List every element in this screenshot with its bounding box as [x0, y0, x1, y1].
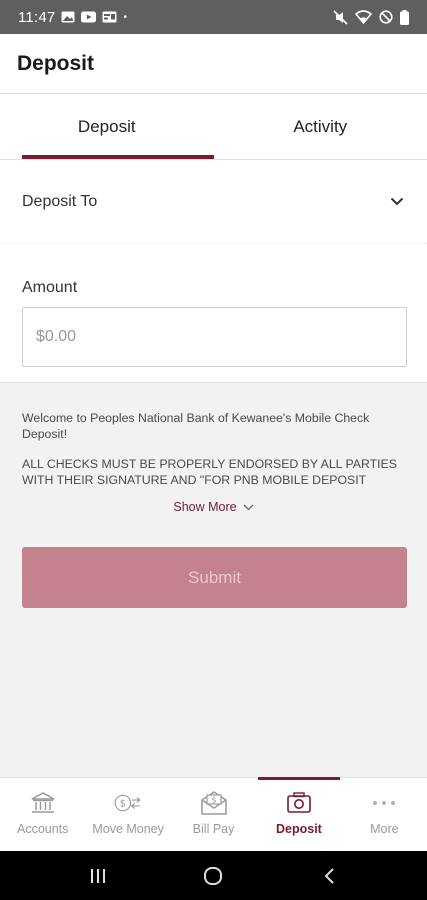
nav-bill-pay[interactable]: $ Bill Pay — [171, 778, 256, 851]
deposit-to-label: Deposit To — [22, 192, 98, 210]
nav-move-money-label: Move Money — [92, 822, 164, 836]
more-icon — [370, 790, 398, 816]
tab-activity-label: Activity — [293, 116, 348, 136]
bill-icon: $ — [200, 790, 228, 816]
status-more-dot: • — [123, 11, 127, 23]
nav-more-label: More — [370, 822, 399, 836]
amount-input[interactable] — [22, 307, 407, 367]
status-bar: 11:47 • — [0, 0, 427, 34]
mute-icon — [333, 9, 348, 25]
welcome-text: Welcome to Peoples National Bank of Kewa… — [22, 411, 370, 441]
battery-icon — [400, 9, 409, 25]
bank-icon — [29, 790, 57, 816]
home-icon[interactable] — [193, 861, 233, 891]
show-more-link[interactable]: Show More — [0, 500, 427, 514]
recent-apps-icon[interactable] — [78, 861, 118, 891]
tab-activity[interactable]: Activity — [214, 94, 427, 159]
nav-deposit[interactable]: Deposit — [256, 777, 341, 851]
back-icon[interactable] — [309, 861, 349, 891]
deposit-info: Welcome to Peoples National Bank of Kewa… — [22, 410, 407, 488]
endorsement-notice: ALL CHECKS MUST BE PROPERLY ENDORSED BY … — [22, 457, 397, 487]
app-screen: 11:47 • Deposit Deposit Activity Deposit… — [0, 0, 427, 900]
card-notification-icon — [102, 11, 117, 23]
deposit-form: Deposit To Amount — [0, 160, 427, 383]
system-nav-bar — [0, 851, 427, 900]
nav-accounts-label: Accounts — [16, 822, 69, 836]
tab-deposit[interactable]: Deposit — [0, 94, 214, 159]
submit-button[interactable]: Submit — [22, 547, 407, 608]
chevron-down-small-icon — [243, 504, 254, 511]
nav-accounts[interactable]: Accounts — [0, 778, 85, 851]
image-notification-icon — [61, 11, 75, 23]
nav-bill-pay-label: Bill Pay — [192, 822, 235, 836]
transfer-icon: $ — [114, 790, 142, 816]
youtube-notification-icon — [81, 11, 97, 23]
tab-deposit-label: Deposit — [77, 116, 136, 136]
amount-label: Amount — [22, 279, 78, 296]
tab-bar: Deposit Activity — [0, 94, 427, 160]
do-not-disturb-icon — [379, 10, 393, 24]
show-more-label: Show More — [173, 500, 237, 514]
wifi-icon — [355, 10, 372, 24]
nav-deposit-label: Deposit — [276, 822, 322, 836]
chevron-down-icon — [389, 194, 405, 210]
svg-text:$: $ — [211, 796, 216, 805]
svg-text:$: $ — [120, 799, 126, 810]
bottom-nav: Accounts $ Move Money $ Bill Pay Deposit… — [0, 777, 427, 851]
app-header: Deposit — [0, 34, 427, 94]
status-time: 11:47 — [18, 8, 56, 26]
deposit-to-dropdown[interactable]: Deposit To — [0, 160, 427, 244]
nav-move-money[interactable]: $ Move Money — [85, 778, 170, 851]
nav-more[interactable]: More — [342, 778, 427, 851]
page-title: Deposit — [17, 51, 95, 75]
camera-check-icon — [285, 790, 313, 816]
